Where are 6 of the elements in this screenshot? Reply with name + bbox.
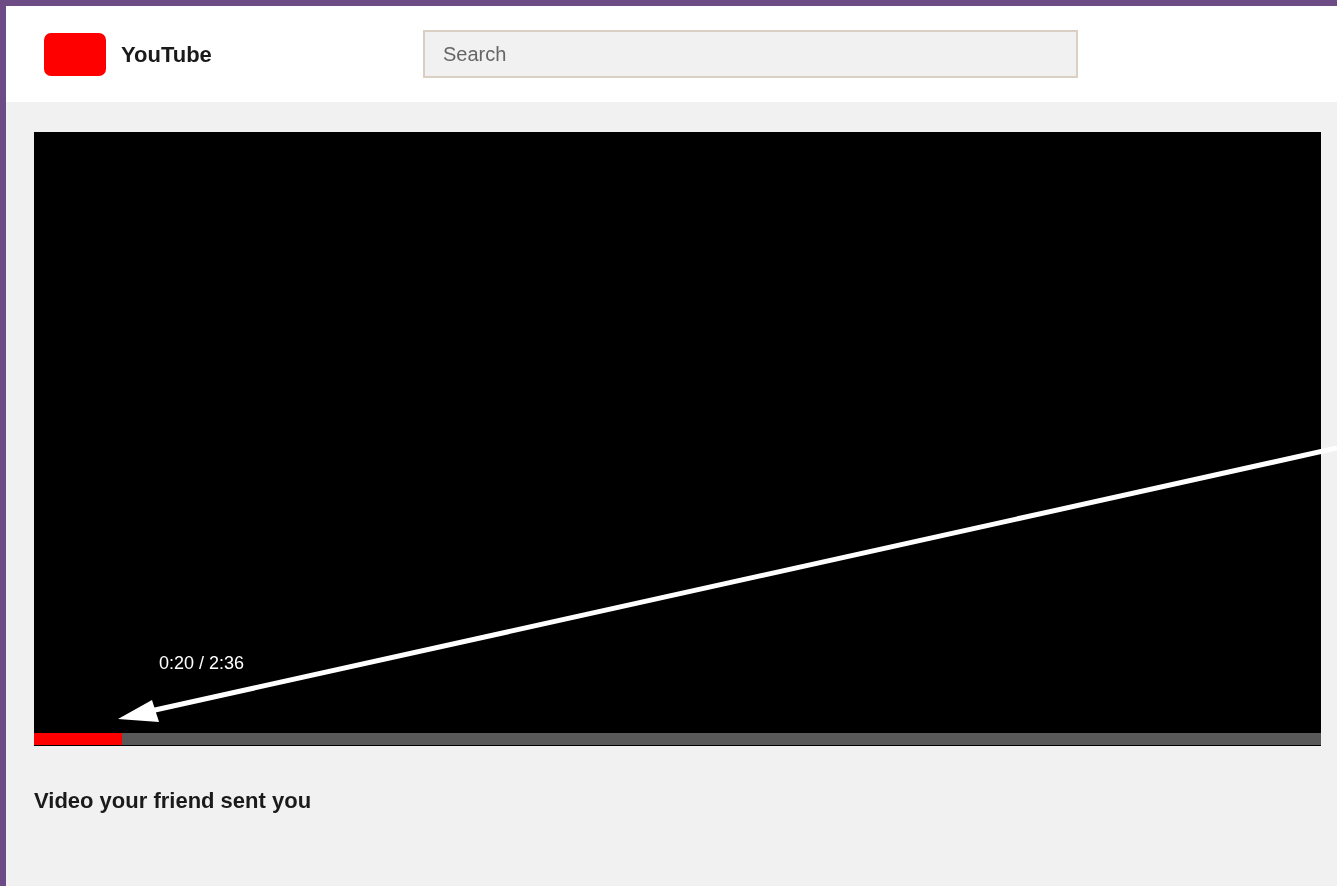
logo-text: YouTube — [121, 40, 213, 69]
time-text: 0:20 / 2:36 — [159, 652, 245, 675]
progress-bar[interactable] — [34, 733, 1321, 745]
search-field[interactable]: Search — [423, 30, 1078, 78]
logo-icon — [44, 32, 106, 76]
video-title: Video your friend sent you — [34, 787, 313, 815]
